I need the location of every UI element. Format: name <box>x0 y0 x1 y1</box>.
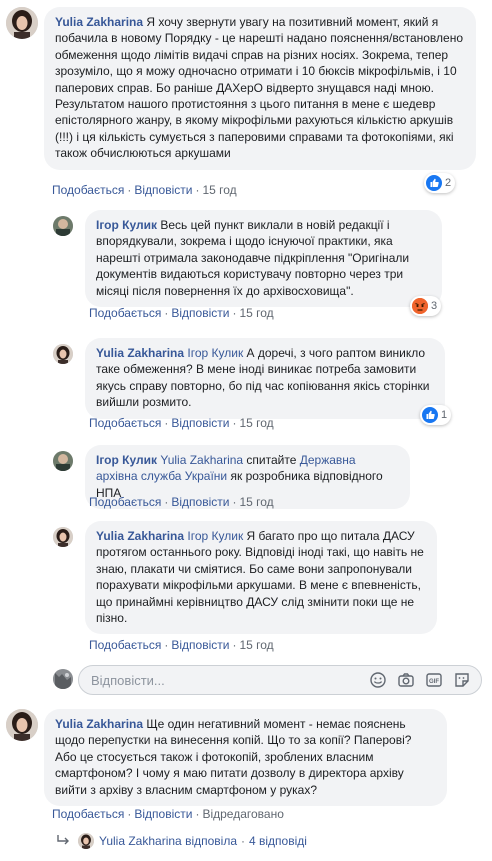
comment-actions: Подобається · Відповісти · Відредаговано <box>52 807 284 821</box>
comment-author[interactable]: Yulia Zakharina <box>55 15 143 29</box>
comment-actions: Подобається · Відповісти · 15 год <box>89 638 274 652</box>
mention-link[interactable]: Ігор Кулик <box>187 529 243 543</box>
separator: · <box>232 416 237 430</box>
like-button[interactable]: Подобається <box>52 183 124 197</box>
reply-button[interactable]: Відповісти <box>171 638 229 652</box>
reply-arrow-icon <box>56 834 72 848</box>
comment-actions: Подобається · Відповісти · 15 год <box>89 416 274 430</box>
separator: · <box>195 807 200 821</box>
like-button[interactable]: Подобається <box>89 306 161 320</box>
separator: · <box>241 834 245 848</box>
avatar[interactable] <box>6 7 38 39</box>
reaction-count[interactable]: 1 <box>420 405 452 425</box>
reply-button[interactable]: Відповісти <box>171 495 229 509</box>
like-button[interactable]: Подобається <box>89 638 161 652</box>
separator: · <box>232 638 237 652</box>
comment-actions: Подобається · Відповісти · 15 год <box>52 183 237 197</box>
comment-bubble: Yulia Zakharina Ще один негативний момен… <box>44 709 447 807</box>
view-replies-link[interactable]: Yulia Zakharina відповіла · 4 відповіді <box>56 833 307 849</box>
like-button[interactable]: Подобається <box>89 416 161 430</box>
separator: · <box>232 306 237 320</box>
separator: · <box>164 416 169 430</box>
emoji-icon[interactable] <box>369 671 387 689</box>
separator: · <box>127 807 132 821</box>
timestamp[interactable]: 15 год <box>239 306 273 320</box>
comment-6: Yulia Zakharina Ще один негативний момен… <box>6 709 447 807</box>
avatar[interactable] <box>53 344 73 364</box>
comment-bubble: Yulia Zakharina Ігор Кулик Я багато про … <box>85 521 437 635</box>
angry-icon <box>412 298 428 314</box>
current-user-avatar <box>53 669 73 689</box>
reply-button[interactable]: Відповісти <box>171 306 229 320</box>
comment-bubble: Ігор Кулик Весь цей пункт виклали в нові… <box>85 210 442 308</box>
separator: · <box>164 495 169 509</box>
camera-icon[interactable] <box>397 671 415 689</box>
comment-1: Yulia Zakharina Я хочу звернути увагу на… <box>6 7 476 170</box>
avatar[interactable] <box>53 527 73 547</box>
reply-placeholder: Відповісти... <box>91 672 165 688</box>
comment-2: Ігор Кулик Весь цей пункт виклали в нові… <box>53 210 442 308</box>
comment-actions: Подобається · Відповісти · 15 год <box>89 495 274 509</box>
like-button[interactable]: Подобається <box>89 495 161 509</box>
comment-text: спитайте <box>246 453 297 467</box>
like-icon <box>426 175 442 191</box>
like-icon <box>422 407 438 423</box>
svg-text:GIF: GIF <box>429 679 439 685</box>
comment-text: Я багато про що питала ДАСУ протягом ост… <box>96 529 424 626</box>
comment-author[interactable]: Yulia Zakharina <box>96 529 184 543</box>
reaction-count-value: 3 <box>431 300 438 312</box>
timestamp[interactable]: 15 год <box>202 183 236 197</box>
timestamp[interactable]: 15 год <box>239 638 273 652</box>
replies-verb: відповіла <box>185 834 237 848</box>
reaction-count-value: 1 <box>441 409 448 421</box>
mention-link[interactable]: Yulia Zakharina <box>160 453 243 467</box>
comment-author[interactable]: Ігор Кулик <box>96 453 157 467</box>
timestamp[interactable]: 15 год <box>239 416 273 430</box>
reply-button[interactable]: Відповісти <box>134 183 192 197</box>
reply-button[interactable]: Відповісти <box>171 416 229 430</box>
edited-label[interactable]: Відредаговано <box>202 807 283 821</box>
separator: · <box>164 638 169 652</box>
comment-bubble: Yulia Zakharina Ігор Кулик А доречі, з ч… <box>85 338 445 419</box>
reply-input[interactable]: Відповісти... GIF <box>78 665 482 695</box>
reply-button[interactable]: Відповісти <box>134 807 192 821</box>
like-button[interactable]: Подобається <box>52 807 124 821</box>
avatar[interactable] <box>6 709 38 741</box>
sticker-icon[interactable] <box>453 671 471 689</box>
comment-author[interactable]: Ігор Кулик <box>96 218 157 232</box>
comment-author[interactable]: Yulia Zakharina <box>55 717 143 731</box>
comment-3: Yulia Zakharina Ігор Кулик А доречі, з ч… <box>53 338 445 419</box>
separator: · <box>127 183 132 197</box>
comment-actions: Подобається · Відповісти · 15 год <box>89 306 274 320</box>
avatar[interactable] <box>53 216 73 236</box>
replies-author[interactable]: Yulia Zakharina <box>99 834 182 848</box>
separator: · <box>164 306 169 320</box>
comment-author[interactable]: Yulia Zakharina <box>96 346 184 360</box>
timestamp[interactable]: 15 год <box>239 495 273 509</box>
avatar[interactable] <box>53 451 73 471</box>
reaction-count-value: 2 <box>445 177 452 189</box>
reaction-count[interactable]: 3 <box>410 296 442 316</box>
comment-text: Я хочу звернути увагу на позитивний моме… <box>55 15 464 161</box>
gif-icon[interactable]: GIF <box>425 671 443 689</box>
avatar <box>78 833 94 849</box>
comment-5: Yulia Zakharina Ігор Кулик Я багато про … <box>53 521 437 635</box>
mention-link[interactable]: Ігор Кулик <box>187 346 243 360</box>
comment-bubble: Yulia Zakharina Я хочу звернути увагу на… <box>44 7 476 170</box>
reaction-count[interactable]: 2 <box>424 173 456 193</box>
separator: · <box>195 183 200 197</box>
separator: · <box>232 495 237 509</box>
replies-count[interactable]: 4 відповіді <box>249 834 307 848</box>
